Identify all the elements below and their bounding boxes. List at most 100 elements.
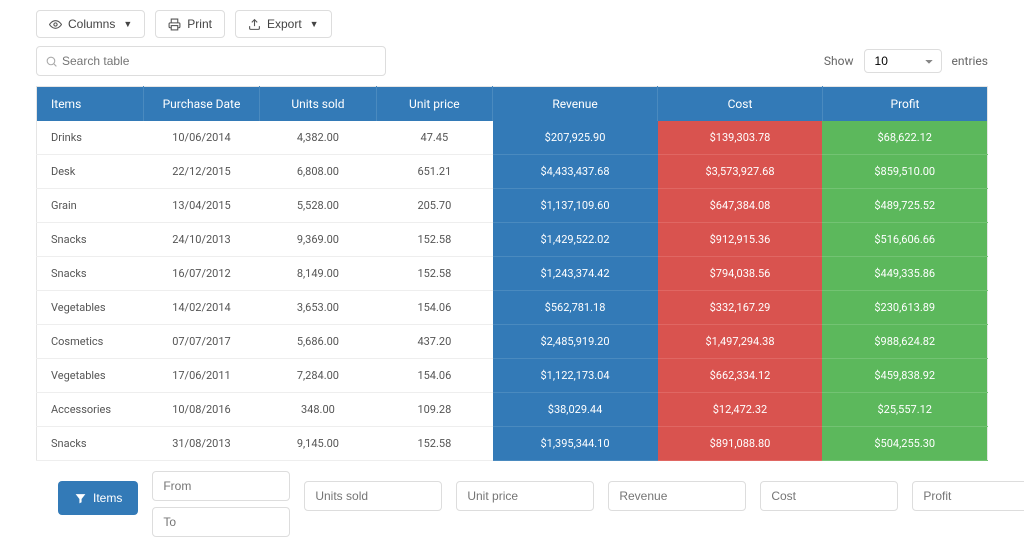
table-cell: 4,382.00 — [260, 121, 376, 155]
table-cell: $504,255.30 — [822, 427, 987, 461]
column-header[interactable]: Items — [37, 87, 144, 122]
search-container — [36, 46, 386, 76]
table-cell: Accessories — [37, 393, 144, 427]
filter-revenue-input[interactable] — [608, 481, 746, 511]
table-cell: $562,781.18 — [493, 291, 658, 325]
table-cell: $988,624.82 — [822, 325, 987, 359]
filter-price-input[interactable] — [456, 481, 594, 511]
table-cell: 9,145.00 — [260, 427, 376, 461]
table-cell: $489,725.52 — [822, 189, 987, 223]
filter-to-input[interactable] — [152, 507, 290, 537]
table-cell: 152.58 — [376, 223, 492, 257]
column-header[interactable]: Purchase Date — [143, 87, 259, 122]
table-cell: $1,429,522.02 — [493, 223, 658, 257]
table-row: Desk22/12/20156,808.00651.21$4,433,437.6… — [37, 155, 988, 189]
table-cell: $4,433,437.68 — [493, 155, 658, 189]
table-cell: $2,485,919.20 — [493, 325, 658, 359]
table-cell: Snacks — [37, 427, 144, 461]
table-cell: $38,029.44 — [493, 393, 658, 427]
export-button[interactable]: Export ▼ — [235, 10, 332, 38]
table-cell: $891,088.80 — [658, 427, 823, 461]
table-cell: 22/12/2015 — [143, 155, 259, 189]
table-cell: $68,622.12 — [822, 121, 987, 155]
table-cell: Vegetables — [37, 291, 144, 325]
page-size-select[interactable]: 10 — [864, 49, 942, 73]
table-cell: 07/07/2017 — [143, 325, 259, 359]
search-input[interactable] — [58, 50, 377, 72]
table-row: Vegetables17/06/20117,284.00154.06$1,122… — [37, 359, 988, 393]
table-cell: $662,334.12 — [658, 359, 823, 393]
table-cell: 17/06/2011 — [143, 359, 259, 393]
entries-label: entries — [952, 54, 988, 68]
table-cell: $230,613.89 — [822, 291, 987, 325]
table-cell: 13/04/2015 — [143, 189, 259, 223]
column-header[interactable]: Cost — [658, 87, 823, 122]
table-row: Snacks31/08/20139,145.00152.58$1,395,344… — [37, 427, 988, 461]
filter-profit-input[interactable] — [912, 481, 1024, 511]
table-cell: Desk — [37, 155, 144, 189]
printer-icon — [168, 18, 181, 31]
table-cell: $859,510.00 — [822, 155, 987, 189]
entries-control: Show 10 entries — [824, 49, 988, 73]
table-cell: Vegetables — [37, 359, 144, 393]
table-cell: 31/08/2013 — [143, 427, 259, 461]
filter-from-input[interactable] — [152, 471, 290, 501]
table-cell: 205.70 — [376, 189, 492, 223]
table-cell: 8,149.00 — [260, 257, 376, 291]
show-label: Show — [824, 54, 854, 68]
table-cell: $139,303.78 — [658, 121, 823, 155]
print-label: Print — [187, 17, 212, 31]
table-cell: $1,395,344.10 — [493, 427, 658, 461]
table-cell: Grain — [37, 189, 144, 223]
table-row: Snacks16/07/20128,149.00152.58$1,243,374… — [37, 257, 988, 291]
column-header[interactable]: Revenue — [493, 87, 658, 122]
table-cell: 109.28 — [376, 393, 492, 427]
table-cell: $1,497,294.38 — [658, 325, 823, 359]
table-cell: Drinks — [37, 121, 144, 155]
filter-items-button[interactable]: Items — [58, 481, 138, 515]
upload-icon — [248, 18, 261, 31]
export-label: Export — [267, 17, 302, 31]
print-button[interactable]: Print — [155, 10, 225, 38]
column-header[interactable]: Unit price — [376, 87, 492, 122]
table-cell: Cosmetics — [37, 325, 144, 359]
table-cell: $3,573,927.68 — [658, 155, 823, 189]
column-header[interactable]: Profit — [822, 87, 987, 122]
filter-units-input[interactable] — [304, 481, 442, 511]
caret-down-icon: ▼ — [123, 19, 132, 29]
table-cell: 14/02/2014 — [143, 291, 259, 325]
table-cell: 16/07/2012 — [143, 257, 259, 291]
table-cell: $1,137,109.60 — [493, 189, 658, 223]
table-row: Grain13/04/20155,528.00205.70$1,137,109.… — [37, 189, 988, 223]
table-cell: $207,925.90 — [493, 121, 658, 155]
filter-bar: Items — [36, 461, 988, 541]
table-row: Cosmetics07/07/20175,686.00437.20$2,485,… — [37, 325, 988, 359]
columns-label: Columns — [68, 17, 115, 31]
table-cell: 24/10/2013 — [143, 223, 259, 257]
table-cell: $332,167.29 — [658, 291, 823, 325]
table-cell: $459,838.92 — [822, 359, 987, 393]
table-cell: $912,915.36 — [658, 223, 823, 257]
column-header[interactable]: Units sold — [260, 87, 376, 122]
table-cell: 437.20 — [376, 325, 492, 359]
table-cell: 10/06/2014 — [143, 121, 259, 155]
table-cell: 10/08/2016 — [143, 393, 259, 427]
table-cell: 47.45 — [376, 121, 492, 155]
table-cell: $25,557.12 — [822, 393, 987, 427]
table-cell: 5,686.00 — [260, 325, 376, 359]
table-cell: $794,038.56 — [658, 257, 823, 291]
filter-icon — [74, 492, 87, 505]
table-cell: 154.06 — [376, 359, 492, 393]
table-cell: $1,122,173.04 — [493, 359, 658, 393]
table-cell: $647,384.08 — [658, 189, 823, 223]
table-cell: 3,653.00 — [260, 291, 376, 325]
table-row: Vegetables14/02/20143,653.00154.06$562,7… — [37, 291, 988, 325]
table-cell: $12,472.32 — [658, 393, 823, 427]
table-row: Accessories10/08/2016348.00109.28$38,029… — [37, 393, 988, 427]
table-cell: Snacks — [37, 223, 144, 257]
filter-cost-input[interactable] — [760, 481, 898, 511]
table-cell: $449,335.86 — [822, 257, 987, 291]
table-cell: 6,808.00 — [260, 155, 376, 189]
columns-button[interactable]: Columns ▼ — [36, 10, 145, 38]
table-cell: 7,284.00 — [260, 359, 376, 393]
